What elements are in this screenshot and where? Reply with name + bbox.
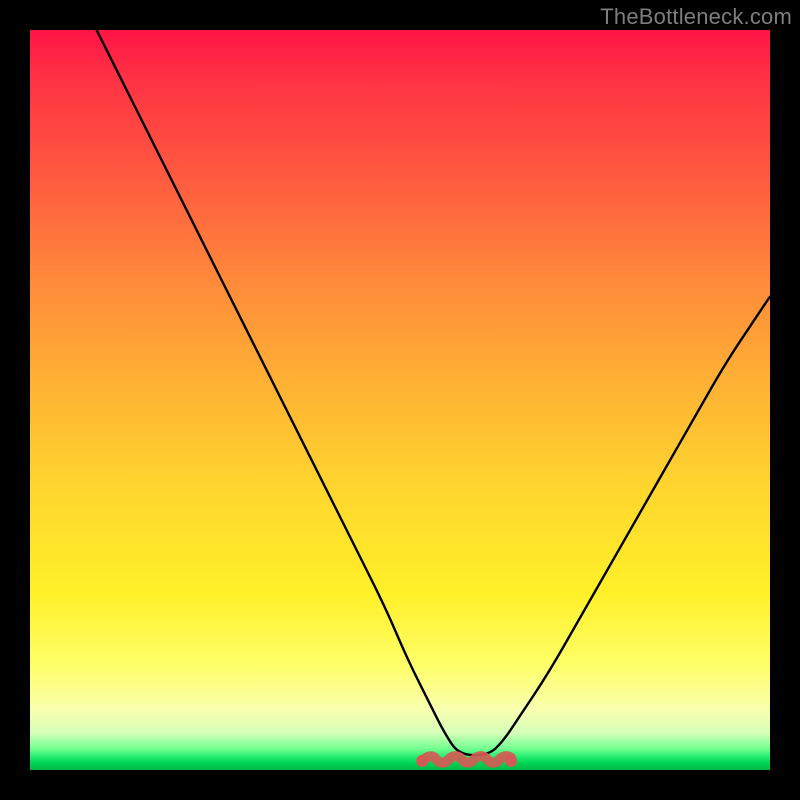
bottleneck-curve <box>97 30 770 755</box>
valley-endpoint <box>416 755 428 767</box>
watermark-text: TheBottleneck.com <box>600 4 792 30</box>
chart-frame: TheBottleneck.com <box>0 0 800 800</box>
curve-path <box>97 30 770 755</box>
valley-marker <box>416 755 517 767</box>
chart-svg <box>30 30 770 770</box>
valley-endpoint <box>505 755 517 767</box>
valley-scribble <box>422 756 511 763</box>
